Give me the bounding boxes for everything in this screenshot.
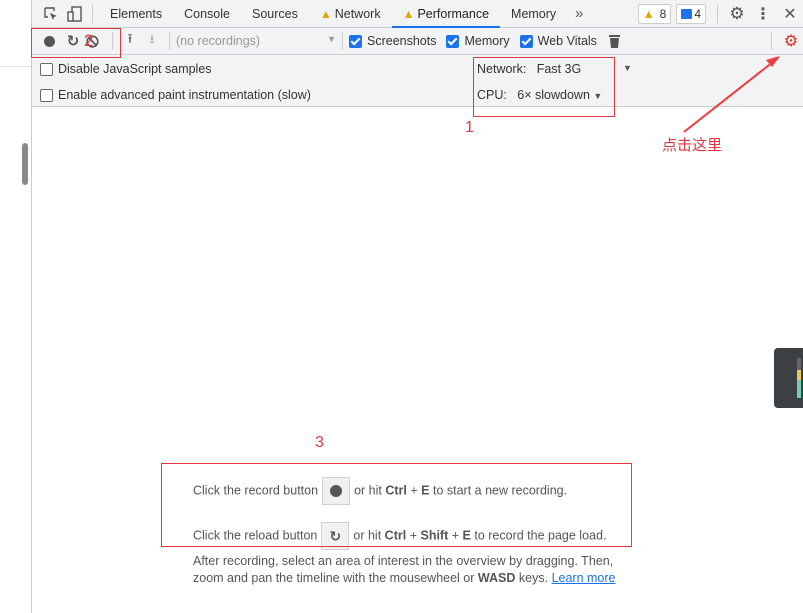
web-vitals-checkbox[interactable]: Web Vitals (519, 34, 597, 48)
warning-icon: ▲ (319, 6, 332, 21)
hint-text: zoom and pan the timeline with the mouse… (193, 571, 475, 585)
more-tabs-chevron-icon[interactable]: » (567, 5, 591, 22)
tab-label: Network (334, 6, 381, 21)
warning-icon: ▲ (642, 6, 655, 21)
tab-bar: Elements Console Sources ▲ Network ▲ Perfo… (32, 0, 803, 28)
hint-text: keys. (518, 571, 549, 585)
settings-gear-icon[interactable]: ⚙ (724, 4, 750, 24)
after-recording-hint: After recording, select an area of inter… (193, 553, 643, 587)
checkbox-unchecked-icon (40, 88, 53, 102)
disable-js-samples-checkbox[interactable]: Disable JavaScript samples (40, 62, 212, 76)
garbage-collect-trash-icon[interactable] (607, 34, 623, 48)
warnings-count: 8 (659, 6, 667, 21)
hint-text: After recording, select an area of inter… (193, 554, 614, 568)
more-options-icon[interactable]: ⋮ (750, 4, 776, 24)
level-meter (797, 358, 801, 398)
device-toolbar-icon[interactable] (64, 5, 86, 22)
tab-memory[interactable]: Memory (500, 0, 567, 28)
annotation-box-1 (473, 57, 615, 117)
checkbox-label: Disable JavaScript samples (58, 62, 212, 76)
tab-network[interactable]: ▲ Network (309, 0, 392, 28)
annotation-label-3: 3 (315, 434, 324, 451)
tab-label: Console (184, 6, 230, 21)
screenshots-checkbox[interactable]: Screenshots (349, 34, 436, 48)
checkbox-checked-icon (446, 34, 460, 48)
annotation-arrow-icon (683, 56, 780, 133)
warnings-badge[interactable]: ▲ 8 (637, 3, 672, 24)
key: WASD (477, 571, 516, 585)
learn-more-link[interactable]: Learn more (552, 571, 616, 585)
load-profile-upload-icon[interactable]: ⭱ (119, 30, 141, 52)
checkbox-label: Memory (464, 34, 510, 48)
checkbox-label: Enable advanced paint instrumentation (s… (58, 88, 311, 102)
tab-performance[interactable]: ▲ Performance (391, 0, 501, 28)
annotation-box-2 (31, 28, 121, 58)
chevron-down-icon[interactable]: ▼ (623, 63, 632, 73)
tab-label: Elements (110, 6, 163, 21)
messages-count: 4 (694, 6, 701, 21)
tab-console[interactable]: Console (173, 0, 241, 28)
divider (342, 32, 343, 50)
message-icon (681, 8, 693, 19)
divider (92, 4, 93, 23)
checkbox-label: Screenshots (367, 34, 437, 48)
annotation-box-3 (161, 463, 632, 547)
page-divider (0, 66, 31, 67)
checkbox-checked-icon (349, 34, 362, 48)
side-widget[interactable] (774, 348, 803, 408)
messages-badge[interactable]: 4 (676, 3, 706, 24)
capture-settings-gear-icon[interactable]: ⚙ (778, 31, 803, 51)
warning-icon: ▲ (402, 6, 415, 21)
tab-label: Sources (251, 6, 298, 21)
inspect-element-icon[interactable] (38, 6, 64, 22)
tab-label: Memory (511, 6, 557, 21)
recordings-placeholder: (no recordings) (176, 34, 261, 48)
divider (771, 32, 772, 50)
advanced-paint-checkbox[interactable]: Enable advanced paint instrumentation (s… (40, 88, 311, 102)
tab-elements[interactable]: Elements (99, 0, 173, 28)
checkbox-checked-icon (519, 34, 533, 48)
save-profile-download-icon[interactable]: ⭳ (141, 30, 163, 52)
recordings-select[interactable]: (no recordings) ▼ (176, 34, 336, 48)
page-scrollbar-thumb[interactable] (22, 143, 28, 185)
checkbox-label: Web Vitals (537, 34, 597, 48)
memory-checkbox[interactable]: Memory (446, 34, 510, 48)
checkbox-unchecked-icon (40, 62, 53, 76)
divider (169, 32, 170, 50)
chevron-down-icon: ▼ (327, 34, 336, 44)
inspected-page (0, 0, 31, 613)
annotation-label-1: 1 (465, 119, 474, 136)
divider (717, 4, 718, 23)
annotation-label-2: 2 (84, 31, 94, 50)
tab-sources[interactable]: Sources (241, 0, 309, 28)
close-icon[interactable]: ✕ (776, 4, 803, 24)
tab-label: Performance (417, 6, 490, 21)
